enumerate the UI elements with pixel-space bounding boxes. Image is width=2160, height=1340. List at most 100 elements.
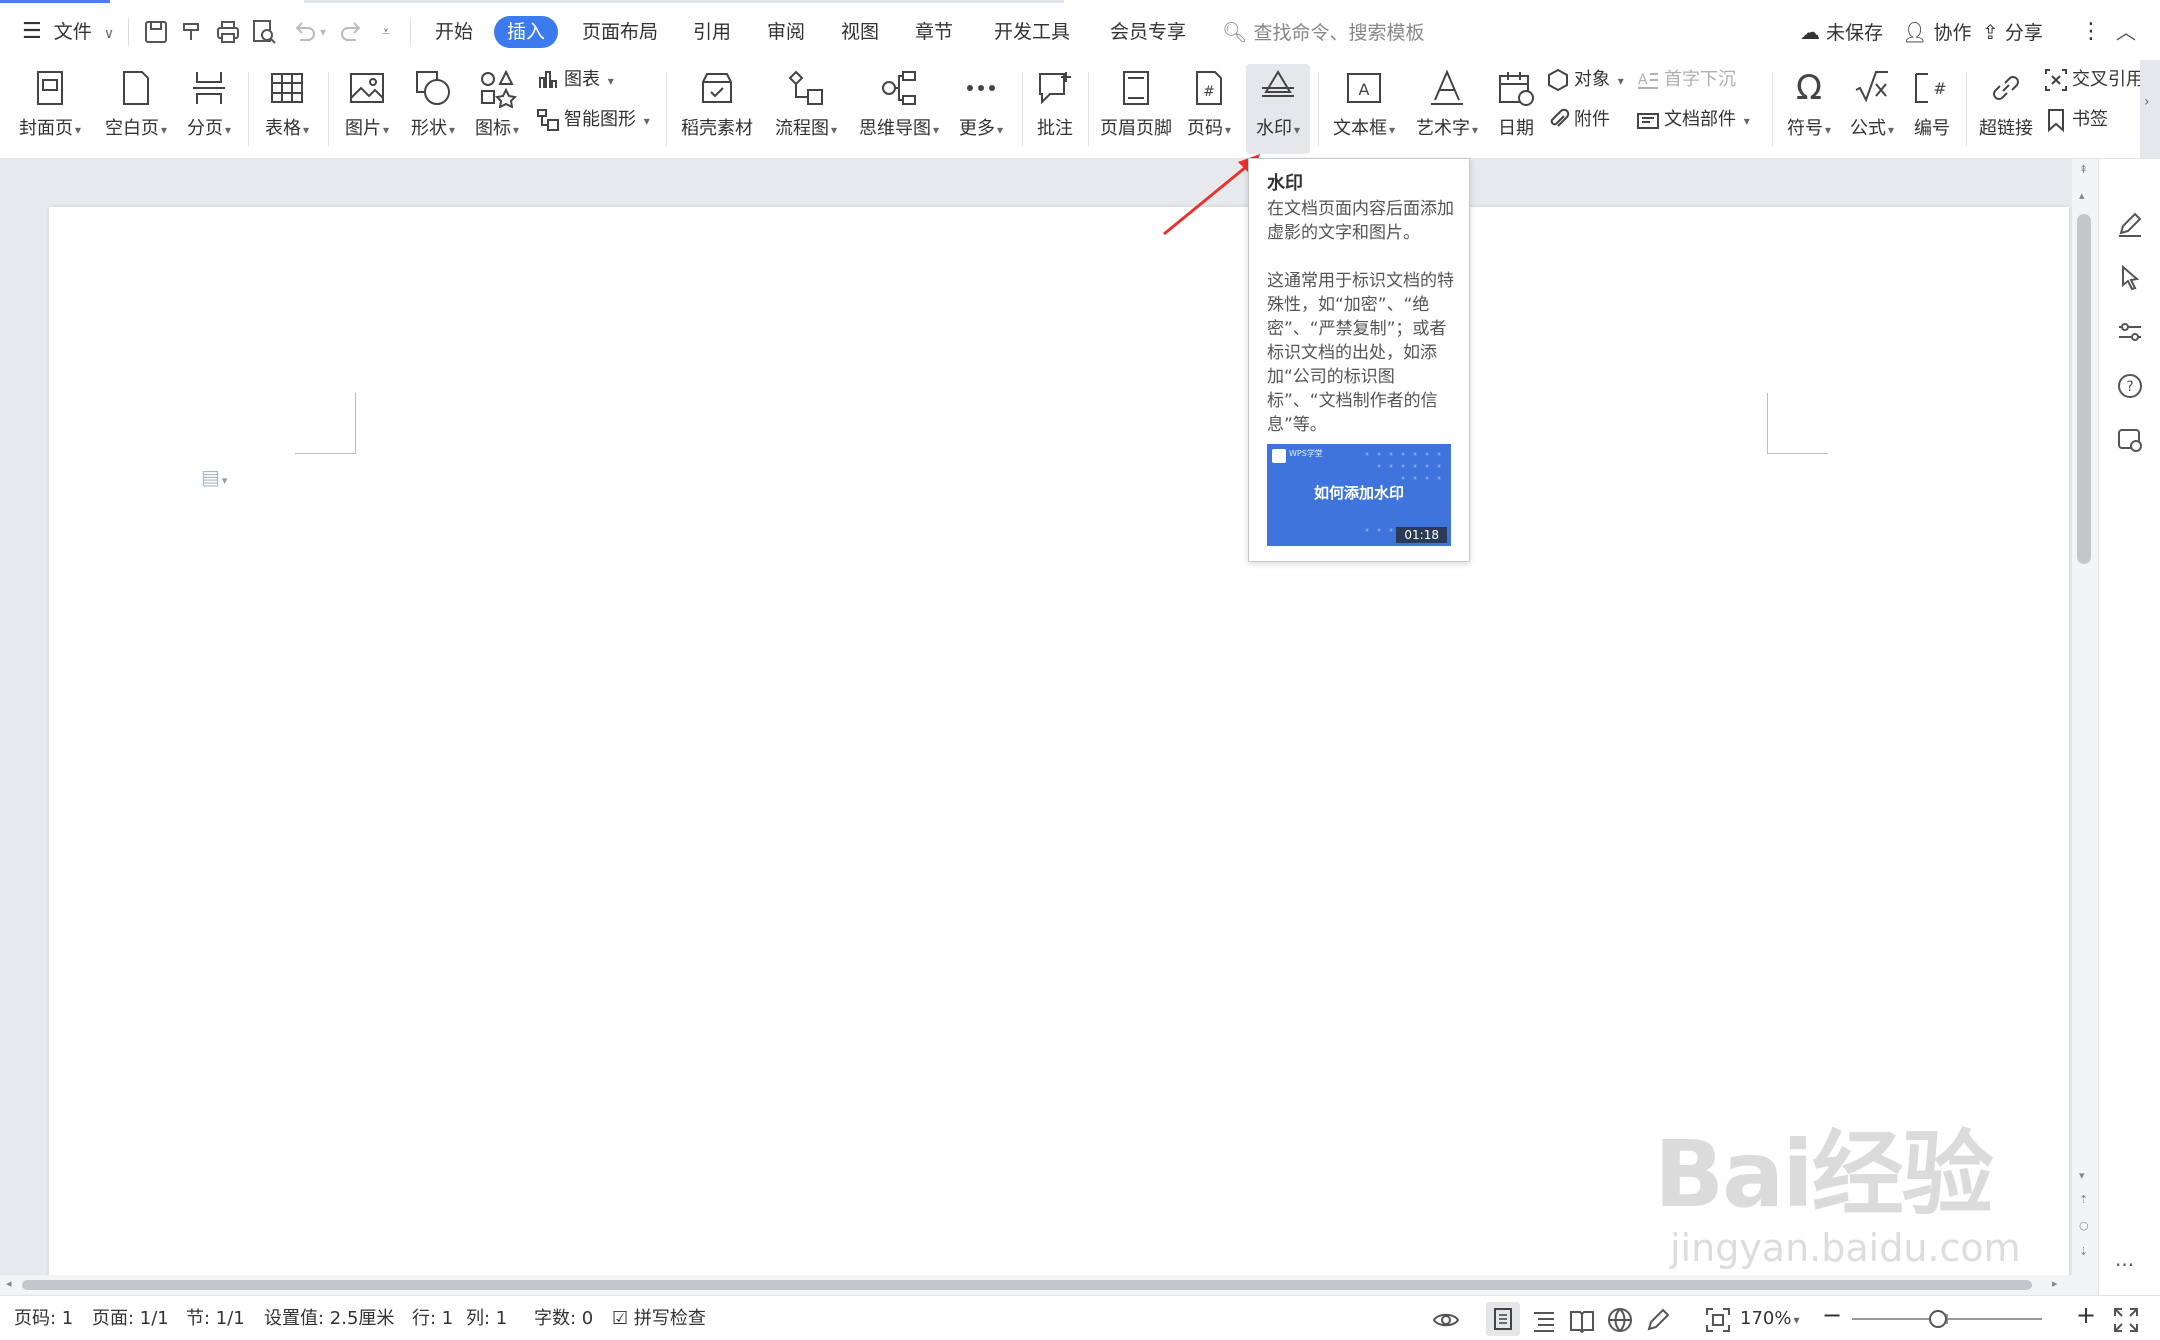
help-icon[interactable]: ? [2115,371,2145,401]
fullscreen-icon[interactable] [2112,1306,2140,1334]
object-button[interactable]: 对象 [1546,64,1624,96]
row-status[interactable]: 行: 1 [412,1306,453,1332]
eye-protection-icon[interactable] [1432,1306,1460,1334]
margin-setting-status[interactable]: 设置值: 2.5厘米 [264,1306,394,1332]
file-menu-button[interactable]: ☰ 文件 ∨ [22,14,114,50]
scroll-left-icon[interactable]: ◂ [6,1277,12,1290]
bookmark-button[interactable]: 书签 [2044,104,2108,136]
hyperlink-button[interactable]: 超链接 [1972,64,2040,154]
zoom-slider-track[interactable] [1852,1310,2042,1328]
icon-button[interactable]: 图标 [466,64,528,154]
vertical-scroll-thumb[interactable] [2077,214,2091,564]
shape-button[interactable]: 形状 [402,64,464,154]
scroll-top-icon[interactable]: ⇞ [2079,163,2088,176]
scroll-up-icon[interactable]: ▴ [2079,189,2085,202]
column-status[interactable]: 列: 1 [466,1306,507,1332]
zoom-out-icon[interactable]: − [1822,1302,1842,1328]
redo-icon[interactable] [338,18,366,46]
command-search-input[interactable]: 🔍︎ 查找命令、搜索模板 [1222,14,1424,50]
paste-options-icon[interactable]: ▤ ▾ [201,465,227,489]
symbol-button[interactable]: Ω 符号 [1778,64,1840,154]
wordart-label: 艺术字 [1408,114,1486,140]
flowchart-button[interactable]: 流程图 [766,64,846,154]
daoke-material-button[interactable]: 稻壳素材 [674,64,760,154]
next-page-icon[interactable]: ⇣ [2079,1245,2088,1258]
web-view-icon[interactable] [1606,1306,1634,1334]
daoke-material-label: 稻壳素材 [681,118,753,139]
more-sidebar-icon[interactable]: ··· [2115,1253,2134,1277]
cross-reference-button[interactable]: 交叉引用 [2044,64,2144,96]
page-status[interactable]: 页面: 1/1 [92,1306,169,1332]
attachment-button[interactable]: 附件 [1546,104,1610,136]
customize-quick-access-icon[interactable]: ⩡ [382,14,390,50]
page-number-button[interactable]: # 页码 [1182,64,1236,154]
equation-button[interactable]: 公式 [1842,64,1902,154]
format-painter-icon[interactable] [178,18,206,46]
page-break-button[interactable]: 分页 [178,64,240,154]
document-parts-button[interactable]: 文档部件 [1636,104,1750,136]
blank-page-button[interactable]: 空白页 [96,64,176,154]
fit-page-icon[interactable] [1704,1306,1732,1334]
mindmap-button[interactable]: 思维导图 [852,64,946,154]
settings-sliders-icon[interactable] [2115,317,2145,347]
tab-member[interactable]: 会员专享 [1106,16,1190,48]
tab-home[interactable]: 开始 [428,16,480,48]
zoom-slider-knob[interactable] [1928,1310,1947,1328]
date-button[interactable]: 日期 [1492,64,1540,154]
zoom-in-icon[interactable]: + [2076,1302,2096,1328]
smart-art-button[interactable]: 智能图形 [536,104,650,136]
print-preview-icon[interactable] [250,18,278,46]
collapse-ribbon-icon[interactable]: ︿ [2116,14,2136,50]
save-icon[interactable] [142,18,170,46]
undo-dropdown-icon[interactable]: ▾ [320,14,326,50]
page-view-button[interactable] [1486,1302,1520,1336]
zoom-level-dropdown[interactable]: 170% [1740,1306,1800,1332]
image-edit-icon[interactable] [2115,425,2145,455]
textbox-button[interactable]: A 文本框 [1326,64,1402,154]
drop-cap-button[interactable]: A 首字下沉 [1636,64,1736,96]
smart-art-icon [537,109,559,131]
previous-page-icon[interactable]: ⇡ [2079,1193,2088,1206]
tab-page-layout[interactable]: 页面布局 [578,16,662,48]
numbering-button[interactable]: # 编号 [1904,64,1960,154]
comment-button[interactable]: 批注 [1030,64,1080,154]
wordart-button[interactable]: 艺术字 [1408,64,1486,154]
section-status[interactable]: 节: 1/1 [186,1306,245,1332]
pen-icon[interactable] [2115,209,2145,239]
spell-check-button[interactable]: ☑ 拼写检查 [612,1306,706,1332]
reading-view-icon[interactable] [1568,1306,1596,1334]
undo-icon[interactable] [290,18,318,46]
vertical-scrollbar[interactable]: ⇞ ▴ ▾ ⇡ ○ ⇣ [2072,159,2098,1275]
table-button[interactable]: 表格 [256,64,318,154]
object-label: 对象 [1574,69,1610,90]
print-icon[interactable] [214,18,242,46]
ribbon-scroll-right-button[interactable]: › [2140,60,2160,158]
share-button[interactable]: ⇪ 分享 [1982,14,2043,50]
tab-review[interactable]: 审阅 [760,16,812,48]
tooltip-detail: 这通常用于标识文档的特殊性，如“加密”、“绝密”、“严禁复制”；或者标识文档的出… [1267,271,1454,435]
word-count-status[interactable]: 字数: 0 [534,1306,593,1332]
watermark-button[interactable]: 水印 [1246,64,1310,154]
tutorial-video-thumbnail[interactable]: WPS学堂 如何添加水印 01:18 [1267,444,1451,546]
page-code-status[interactable]: 页码: 1 [14,1306,73,1332]
collaborate-button[interactable]: 👤︎ 协作 [1902,14,1971,50]
outline-view-icon[interactable] [1530,1306,1558,1334]
cover-page-button[interactable]: 封面页 [10,64,90,154]
more-dots-icon [967,85,995,91]
tab-chapter[interactable]: 章节 [908,16,960,48]
select-browse-object-icon[interactable]: ○ [2079,1219,2089,1232]
tab-developer[interactable]: 开发工具 [990,16,1074,48]
more-button[interactable]: 更多 [948,64,1014,154]
more-options-icon[interactable]: ⋮ [2080,14,2102,50]
chart-button[interactable]: 图表 [536,64,614,96]
page-break-label: 分页 [178,114,240,140]
tab-insert[interactable]: 插入 [494,16,558,48]
select-cursor-icon[interactable] [2115,263,2145,293]
unsaved-button[interactable]: ☁ 未保存 [1800,14,1883,50]
write-mode-icon[interactable] [1644,1306,1672,1334]
tab-view[interactable]: 视图 [834,16,886,48]
tab-references[interactable]: 引用 [686,16,738,48]
header-footer-button[interactable]: 页眉页脚 [1096,64,1176,154]
picture-button[interactable]: 图片 [336,64,398,154]
scroll-down-icon[interactable]: ▾ [2079,1169,2085,1182]
